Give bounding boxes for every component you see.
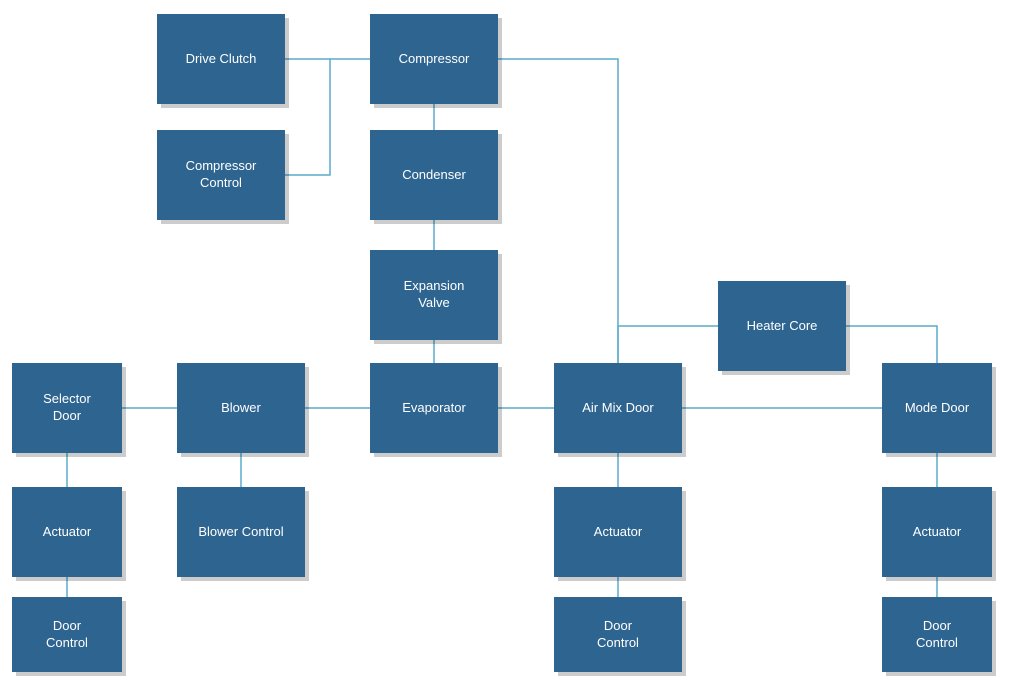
diagram-container: Drive Clutch CompressorControl Compressor C…: [0, 0, 1017, 681]
door-control-air-node: DoorControl: [554, 597, 682, 672]
actuator-sel-node: Actuator: [12, 487, 122, 577]
compressor-node: Compressor: [370, 14, 498, 104]
door-control-sel-node: DoorControl: [12, 597, 122, 672]
heater-core-node: Heater Core: [718, 281, 846, 371]
blower-control-node: Blower Control: [177, 487, 305, 577]
drive-clutch-node: Drive Clutch: [157, 14, 285, 104]
blower-node: Blower: [177, 363, 305, 453]
actuator-air-node: Actuator: [554, 487, 682, 577]
condenser-node: Condenser: [370, 130, 498, 220]
compressor-control-node: CompressorControl: [157, 130, 285, 220]
door-control-mode-node: DoorControl: [882, 597, 992, 672]
actuator-mode-node: Actuator: [882, 487, 992, 577]
evaporator-node: Evaporator: [370, 363, 498, 453]
mode-door-node: Mode Door: [882, 363, 992, 453]
connections-svg: [0, 0, 1017, 681]
air-mix-door-node: Air Mix Door: [554, 363, 682, 453]
expansion-valve-node: ExpansionValve: [370, 250, 498, 340]
selector-door-node: SelectorDoor: [12, 363, 122, 453]
